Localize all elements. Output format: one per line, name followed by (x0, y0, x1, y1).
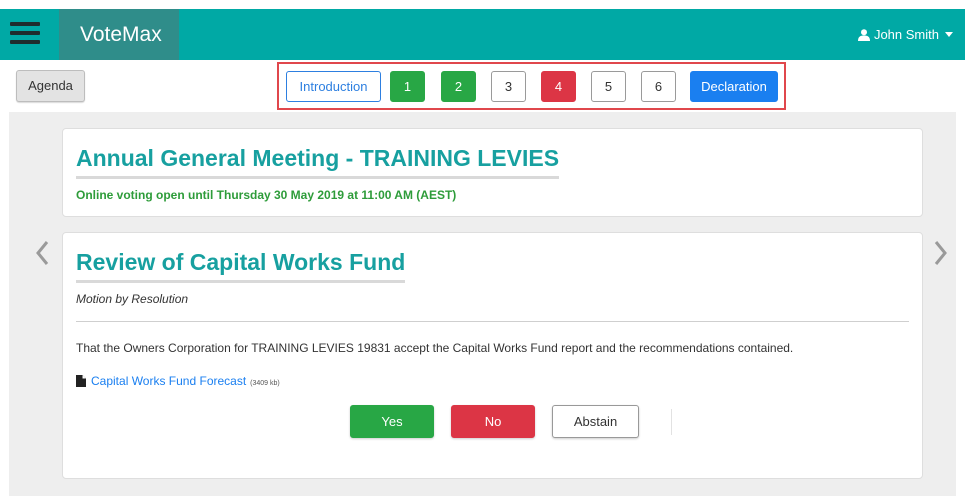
resolution-text: That the Owners Corporation for TRAINING… (76, 341, 794, 355)
chevron-right-icon[interactable] (934, 240, 948, 266)
top-navbar: VoteMax John Smith (0, 9, 965, 60)
step-declaration[interactable]: Declaration (690, 71, 778, 102)
divider (76, 321, 909, 322)
document-link-row: Capital Works Fund Forecast (3409 kb) (76, 374, 280, 388)
user-name: John Smith (873, 27, 939, 42)
document-size: (3409 kb) (250, 380, 280, 387)
motion-card: Review of Capital Works Fund Motion by R… (62, 232, 923, 479)
document-link[interactable]: Capital Works Fund Forecast (91, 374, 246, 388)
step-navigation: Introduction 1 2 3 4 5 6 Declaration (277, 62, 786, 110)
caret-down-icon (945, 32, 953, 37)
vote-yes-button[interactable]: Yes (350, 405, 434, 438)
user-menu[interactable]: John Smith (857, 9, 953, 60)
step-6[interactable]: 6 (641, 71, 676, 102)
meeting-card: Annual General Meeting - TRAINING LEVIES… (62, 128, 923, 217)
step-3[interactable]: 3 (491, 71, 526, 102)
voting-deadline: Online voting open until Thursday 30 May… (76, 188, 457, 202)
hamburger-menu-icon[interactable] (10, 22, 40, 48)
motion-title: Review of Capital Works Fund (76, 249, 406, 283)
motion-type: Motion by Resolution (76, 292, 189, 306)
step-2[interactable]: 2 (441, 71, 476, 102)
file-icon (76, 375, 86, 387)
meeting-title: Annual General Meeting - TRAINING LEVIES (76, 145, 560, 179)
vote-no-button[interactable]: No (451, 405, 535, 438)
agenda-button[interactable]: Agenda (16, 70, 85, 102)
step-4[interactable]: 4 (541, 71, 576, 102)
vertical-separator (671, 409, 672, 435)
step-1[interactable]: 1 (390, 71, 425, 102)
vote-abstain-button[interactable]: Abstain (552, 405, 639, 438)
step-introduction[interactable]: Introduction (286, 71, 381, 102)
chevron-left-icon[interactable] (35, 240, 49, 266)
brand-logo[interactable]: VoteMax (59, 9, 179, 60)
user-icon (857, 29, 870, 41)
step-5[interactable]: 5 (591, 71, 626, 102)
